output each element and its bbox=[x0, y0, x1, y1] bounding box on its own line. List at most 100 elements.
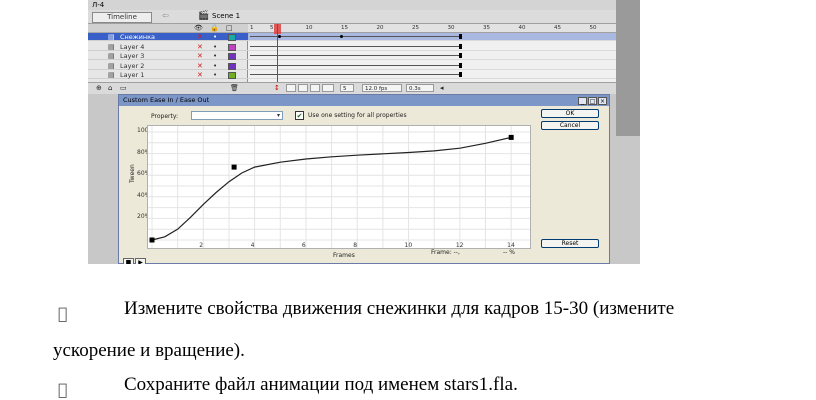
ruler-tick: 35 bbox=[483, 25, 490, 31]
lock-dot-icon[interactable]: • bbox=[213, 52, 217, 60]
end-keyframe[interactable] bbox=[459, 62, 462, 68]
bullet-icon:  bbox=[58, 380, 68, 399]
layer-row[interactable]: ▤ Снежинка ✕ • bbox=[88, 33, 248, 41]
frame-row[interactable] bbox=[248, 52, 640, 60]
lock-dot-icon[interactable]: • bbox=[213, 43, 217, 51]
ruler-tick: 25 bbox=[412, 25, 419, 31]
frame-readout: Frame: --, bbox=[431, 249, 460, 256]
eye-icon[interactable]: 👁 bbox=[194, 24, 203, 33]
layer-name: Layer 3 bbox=[120, 52, 145, 60]
cancel-button[interactable]: Cancel bbox=[541, 121, 599, 130]
ease-control-point[interactable] bbox=[149, 237, 155, 243]
frames-panel[interactable]: 1510152025303540455055 bbox=[248, 24, 640, 82]
lock-dot-icon[interactable]: • bbox=[213, 62, 217, 70]
frame-row[interactable] bbox=[248, 43, 640, 51]
timeline-footer: ⊕ ⌂ ▭ 🗑 ↕ 5 12.0 fps 0.3s ◂ bbox=[88, 82, 640, 94]
layer-icon: ▤ bbox=[108, 52, 115, 60]
hidden-x-icon[interactable]: ✕ bbox=[197, 43, 203, 51]
end-keyframe[interactable] bbox=[459, 53, 462, 58]
edit-multiple-icon[interactable] bbox=[310, 84, 320, 92]
ok-button[interactable]: OK bbox=[541, 109, 599, 118]
layer-color-swatch[interactable] bbox=[228, 62, 236, 70]
play-icon[interactable]: ▶ bbox=[135, 258, 146, 264]
layer-icon: ▤ bbox=[108, 71, 115, 79]
back-arrow-icon[interactable]: ⇦ bbox=[162, 11, 169, 20]
lock-icon[interactable]: 🔒 bbox=[210, 24, 219, 33]
hidden-x-icon[interactable]: ✕ bbox=[197, 52, 203, 60]
outline-icon[interactable]: □ bbox=[226, 24, 233, 33]
window-title: Л-4 bbox=[88, 0, 640, 10]
ease-control-point[interactable] bbox=[231, 164, 237, 170]
frame-row[interactable] bbox=[248, 62, 640, 70]
ruler-tick: 30 bbox=[447, 25, 455, 31]
hidden-x-icon[interactable]: ✕ bbox=[197, 62, 203, 70]
layer-row[interactable]: ▤ Layer 2 ✕ • bbox=[88, 62, 248, 70]
tween-span bbox=[250, 36, 461, 37]
dialog-title-text: Custom Ease In / Ease Out bbox=[123, 96, 210, 104]
instruction-line-2: ускорение и вращение). bbox=[53, 340, 245, 361]
layer-name: Layer 1 bbox=[120, 71, 145, 79]
close-icon[interactable]: × bbox=[598, 97, 607, 105]
layer-color-swatch[interactable] bbox=[228, 34, 236, 41]
keyframe[interactable] bbox=[340, 35, 343, 38]
layer-row[interactable]: ▤ Layer 1 ✕ • bbox=[88, 71, 248, 79]
frame-row[interactable] bbox=[248, 71, 640, 79]
lock-dot-icon[interactable]: • bbox=[213, 71, 217, 79]
center-frame-icon[interactable]: ↕ bbox=[274, 84, 280, 92]
hidden-x-icon[interactable]: ✕ bbox=[197, 71, 203, 79]
ruler-tick: 50 bbox=[589, 25, 597, 31]
layer-name: Layer 2 bbox=[120, 61, 145, 70]
frame-rate[interactable]: 12.0 fps bbox=[362, 84, 402, 92]
ease-curve-svg[interactable] bbox=[148, 126, 531, 249]
x-axis-label: Frames bbox=[333, 252, 355, 259]
trash-icon[interactable]: 🗑 bbox=[230, 84, 239, 92]
layer-color-swatch[interactable] bbox=[228, 53, 236, 60]
layer-color-swatch[interactable] bbox=[228, 43, 236, 51]
x-tick-label: 8 bbox=[353, 242, 358, 249]
end-keyframe[interactable] bbox=[459, 34, 462, 39]
layer-panel: 👁 🔒 □ ▤ Снежинка ✕ • ▤ Layer 4 ✕ • ▤ Layer 3 ✕ • ▤ La… bbox=[88, 24, 248, 82]
ruler-tick: 45 bbox=[554, 25, 561, 31]
property-select[interactable]: ▾ bbox=[191, 111, 283, 120]
scroll-left-icon[interactable]: ◂ bbox=[440, 84, 444, 92]
x-tick-label: 6 bbox=[301, 242, 306, 249]
add-guide-icon[interactable]: ⌂ bbox=[108, 84, 112, 92]
timeline-tab[interactable]: Timeline bbox=[92, 12, 152, 23]
minimize-icon[interactable]: _ bbox=[578, 97, 587, 105]
layer-color-swatch[interactable] bbox=[228, 72, 236, 79]
property-label: Property: bbox=[151, 113, 178, 120]
layer-header: 👁 🔒 □ bbox=[88, 24, 248, 33]
onion-outline-icon[interactable] bbox=[298, 84, 308, 92]
stop-icon[interactable]: ■ bbox=[123, 258, 134, 264]
reset-button[interactable]: Reset bbox=[541, 239, 599, 248]
ease-control-point[interactable] bbox=[508, 134, 514, 140]
end-keyframe[interactable] bbox=[459, 43, 462, 49]
use-one-setting-label: Use one setting for all properties bbox=[308, 112, 407, 119]
frame-ruler[interactable]: 1510152025303540455055 bbox=[248, 24, 640, 33]
use-one-setting-checkbox[interactable]: ✔ bbox=[295, 111, 304, 120]
chevron-down-icon: ▾ bbox=[276, 112, 280, 119]
end-keyframe[interactable] bbox=[459, 72, 462, 77]
scene-label[interactable]: Scene 1 bbox=[212, 12, 240, 20]
layer-name: Layer 4 bbox=[120, 42, 145, 51]
ruler-tick: 1 bbox=[250, 25, 254, 31]
keyframe[interactable] bbox=[278, 35, 281, 38]
timeline-toolbar: Timeline ⇦ 🎬 Scene 1 bbox=[88, 10, 640, 24]
x-tick-label: 4 bbox=[250, 242, 255, 249]
lock-dot-icon[interactable]: • bbox=[213, 33, 217, 41]
onion-skin-icon[interactable] bbox=[286, 84, 296, 92]
instruction-line-1: Измените свойства движения снежинки для … bbox=[124, 298, 675, 319]
frame-row[interactable] bbox=[248, 33, 640, 41]
layer-icon: ▤ bbox=[108, 61, 115, 70]
onion-markers-icon[interactable] bbox=[322, 84, 334, 92]
add-folder-icon[interactable]: ▭ bbox=[120, 84, 127, 92]
layer-row[interactable]: ▤ Layer 4 ✕ • bbox=[88, 43, 248, 51]
ruler-tick: 40 bbox=[518, 25, 526, 31]
x-tick-label: 14 bbox=[507, 242, 515, 249]
add-layer-icon[interactable]: ⊕ bbox=[96, 84, 102, 92]
layer-row[interactable]: ▤ Layer 3 ✕ • bbox=[88, 52, 248, 60]
maximize-icon[interactable]: □ bbox=[588, 97, 597, 105]
hidden-x-icon[interactable]: ✕ bbox=[197, 33, 203, 41]
percent-readout: -- % bbox=[503, 249, 515, 256]
ease-graph[interactable] bbox=[147, 125, 531, 249]
